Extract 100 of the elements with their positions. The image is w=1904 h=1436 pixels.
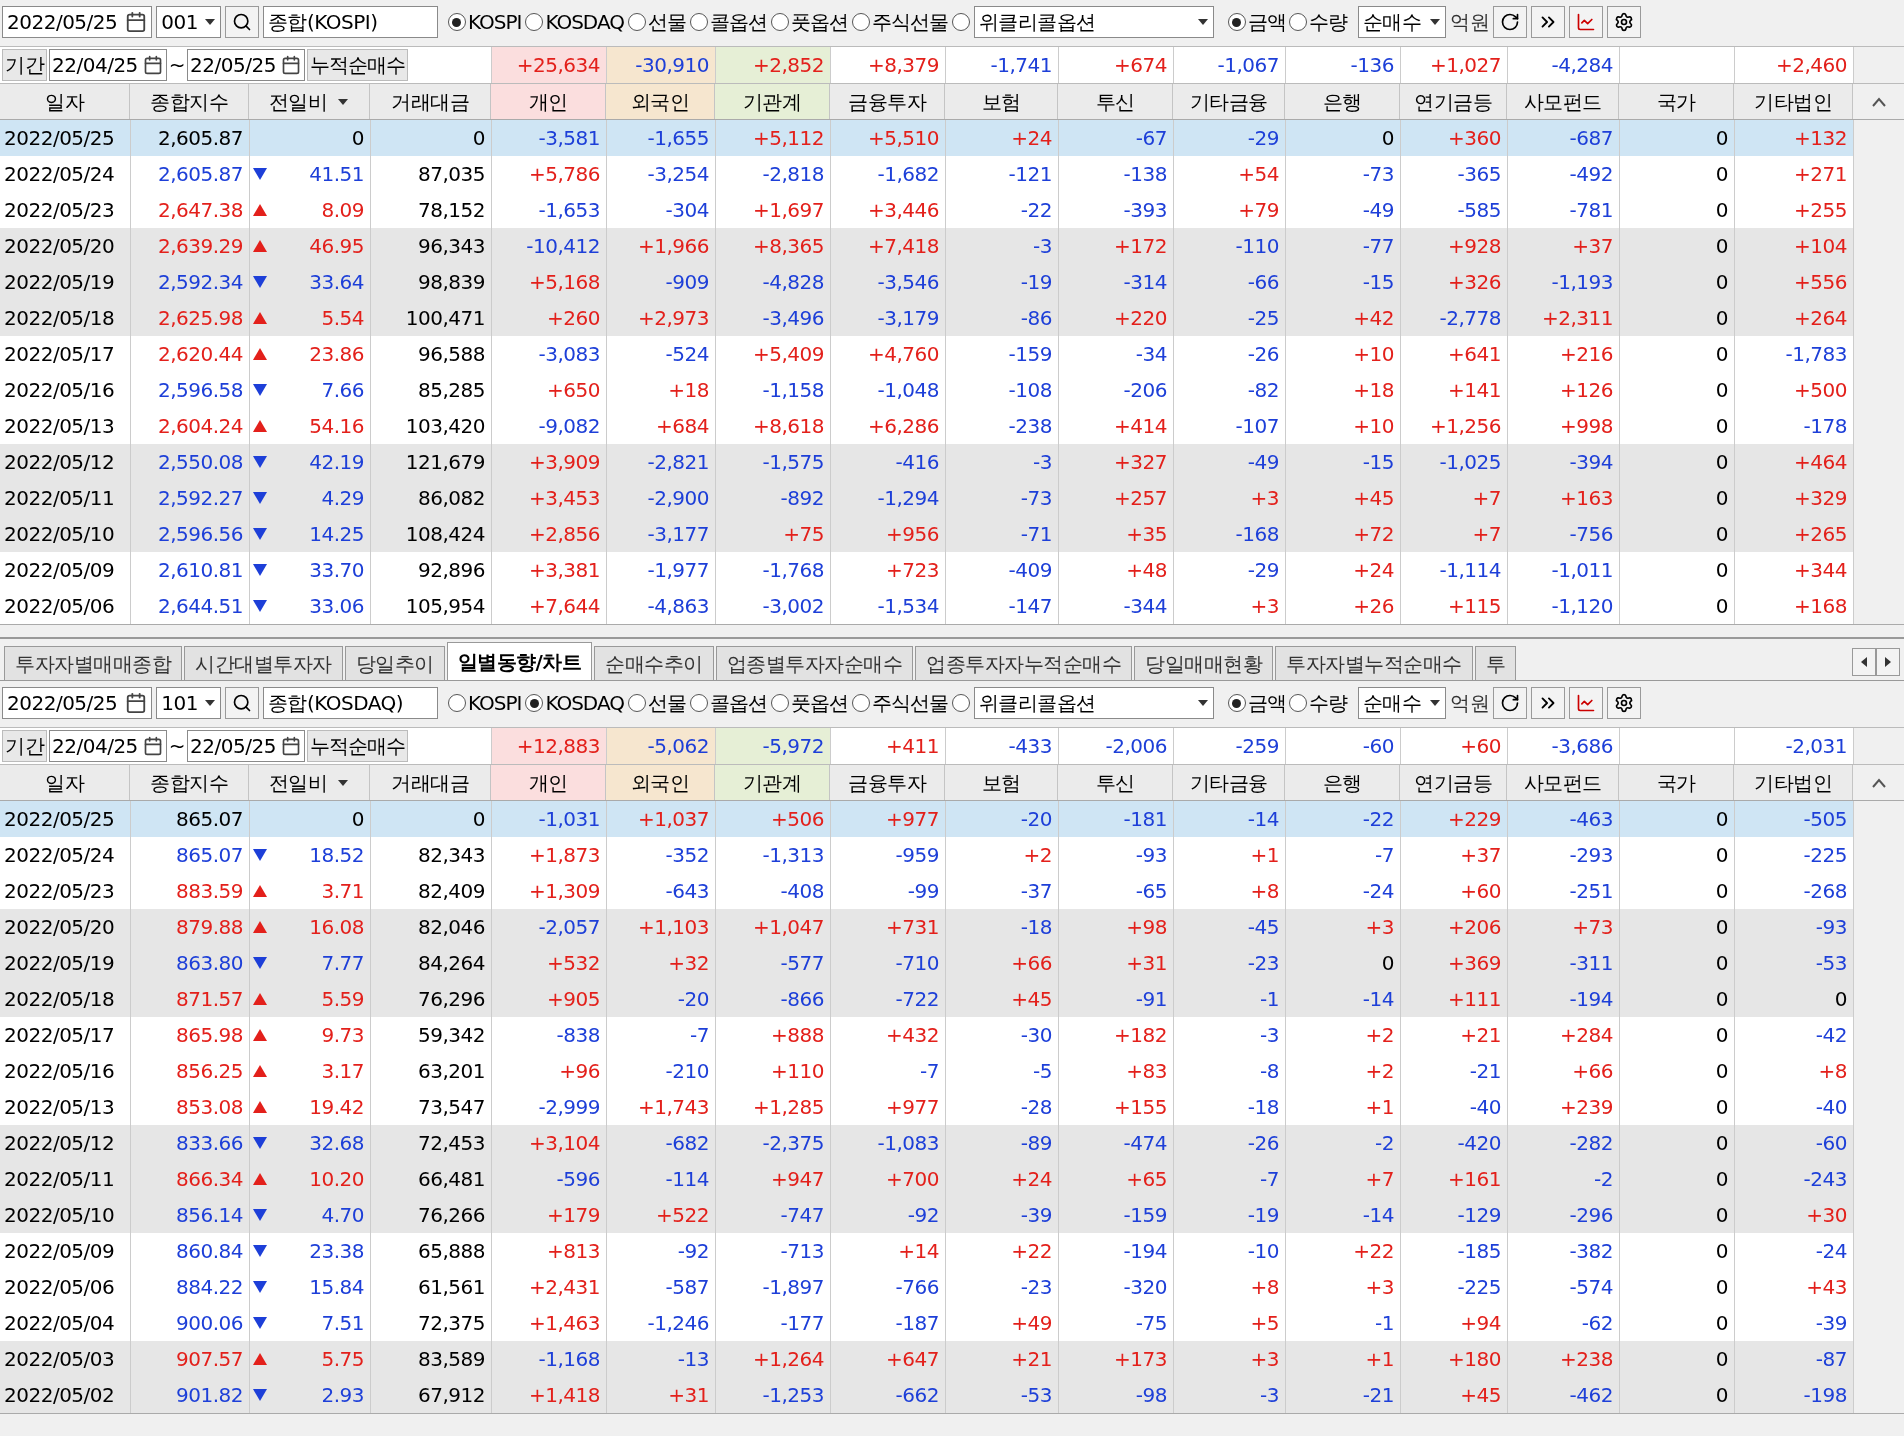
name-field[interactable]: 종합(KOSDAQ) [262,687,438,719]
scrollbar-up-button[interactable] [1853,84,1904,119]
table-row[interactable]: 2022/05/25 2,605.87 0 0 -3,581 -1,655 +5,112 +5,510 +24 -67 -29 0 +360 -687 0 +132 [0,120,1853,156]
table-row[interactable]: 2022/05/06 884.22 15.84 61,561 +2,431 -587 -1,897 -766 -23 -320 +8 +3 -225 -574 0 +43 [0,1269,1853,1305]
date-cell-text: 2022/05/16 [3,1058,116,1085]
settings-button[interactable] [1607,687,1642,719]
table-row[interactable]: 2022/05/13 2,604.24 54.16 103,420 -9,082 +684 +8,618 +6,286 -238 +414 -107 +10 +1,256 +998 0 -178 [0,408,1853,444]
tab[interactable]: 순매수추이 [594,646,714,680]
table-row[interactable]: 2022/05/11 866.34 10.20 66,481 -596 -114 +947 +700 +24 +65 -7 +7 +161 -2 0 -243 [0,1161,1853,1197]
summary-cell: -60 [1285,728,1400,764]
scrollbar-up-button[interactable] [1853,765,1904,800]
table-row[interactable]: 2022/05/17 865.98 9.73 59,342 -838 -7 +888 +432 -30 +182 -3 +2 +21 +284 0 -42 [0,1017,1853,1053]
table-row[interactable]: 2022/05/12 833.66 32.68 72,453 +3,104 -682 -2,375 -1,083 -89 -474 -26 -2 -420 -282 0 -60 [0,1125,1853,1161]
option-dropdown[interactable]: 위클리콜옵션 [974,6,1214,38]
chart-button[interactable] [1569,687,1604,719]
radio-button[interactable] [628,694,646,712]
code-dropdown[interactable]: 001 [156,6,221,38]
column-header: 외국인 [606,84,715,119]
table-row[interactable]: 2022/05/23 2,647.38 8.09 78,152 -1,653 -304 +1,697 +3,446 -22 -393 +79 -49 -585 -781 0 +255 [0,192,1853,228]
mode-dropdown[interactable]: 순매수 [1358,6,1447,38]
radio-button[interactable] [771,13,789,31]
tab[interactable]: 당일매매현황 [1134,646,1274,680]
radio-button[interactable] [690,13,708,31]
option-dropdown[interactable]: 위클리콜옵션 [974,687,1214,719]
refresh-button[interactable] [1493,687,1528,719]
radio-button[interactable] [1228,13,1246,31]
code-dropdown[interactable]: 101 [156,687,221,719]
settings-button[interactable] [1607,6,1642,38]
radio-button[interactable] [628,13,646,31]
table-row[interactable]: 2022/05/09 860.84 23.38 65,888 +813 -92 -713 +14 +22 -194 -10 +22 -185 -382 0 -24 [0,1233,1853,1269]
table-row[interactable]: 2022/05/20 2,639.29 46.95 96,343 -10,412 +1,966 +8,365 +7,418 -3 +172 -110 -77 +928 +37 0 +104 [0,228,1853,264]
radio-button[interactable] [447,13,466,31]
tab-scroll-left-button[interactable] [1852,648,1876,676]
radio-button[interactable] [952,13,970,31]
table-row[interactable]: 2022/05/03 907.57 5.75 83,589 -1,168 -13 +1,264 +647 +21 +173 +3 +1 +180 +238 0 -87 [0,1341,1853,1377]
table-row[interactable]: 2022/05/19 863.80 7.77 84,264 +532 +32 -577 -710 +66 +31 -23 0 +369 -311 0 -53 [0,945,1853,981]
radio-button[interactable] [852,13,870,31]
end-date-field[interactable]: 22/05/25 [187,730,305,762]
tab[interactable]: 업종별투자자순매수 [715,646,914,680]
date-field[interactable]: 2022/05/25 [2,687,153,719]
table-row[interactable]: 2022/05/23 883.59 3.71 82,409 +1,309 -643 -408 -99 -37 -65 +8 -24 +60 -251 0 -268 [0,873,1853,909]
tab[interactable]: 일별동향/차트 [446,642,593,680]
table-row[interactable]: 2022/05/13 853.08 19.42 73,547 -2,999 +1,743 +1,285 +977 -28 +155 -18 +1 -40 +239 0 -40 [0,1089,1853,1125]
radio-button[interactable] [771,694,789,712]
table-row[interactable]: 2022/05/19 2,592.34 33.64 98,839 +5,168 -909 -4,828 -3,546 -19 -314 -66 -15 +326 -1,193 0 +556 [0,264,1853,300]
table-row[interactable]: 2022/05/10 2,596.56 14.25 108,424 +2,856 -3,177 +75 +956 -71 +35 -168 +72 +7 -756 0 +265 [0,516,1853,552]
radio-button[interactable] [1289,694,1307,712]
table-row[interactable]: 2022/05/04 900.06 7.51 72,375 +1,463 -1,246 -177 -187 +49 -75 +5 -1 +94 -62 0 -39 [0,1305,1853,1341]
unit-label: 억원 [1450,9,1490,36]
summary-cell: +674 [1058,47,1173,83]
radio-button[interactable] [1289,13,1307,31]
table-row[interactable]: 2022/05/11 2,592.27 4.29 86,082 +3,453 -2,900 -892 -1,294 -73 +257 +3 +45 +7 +163 0 +329 [0,480,1853,516]
tab-scroll-right-button[interactable] [1876,648,1900,676]
tab[interactable]: 시간대별투자자 [184,646,343,680]
calendar-icon[interactable] [125,11,148,33]
table-row[interactable]: 2022/05/16 856.25 3.17 63,201 +96 -210 +110 -7 -5 +83 -8 +2 -21 +66 0 +8 [0,1053,1853,1089]
radio-button[interactable] [525,13,544,31]
table-row[interactable]: 2022/05/17 2,620.44 23.86 96,588 -3,083 -524 +5,409 +4,760 -159 -34 -26 +10 +641 +216 0 -1,783 [0,336,1853,372]
table-row[interactable]: 2022/05/06 2,644.51 33.06 105,954 +7,644 -4,863 -3,002 -1,534 -147 -344 +3 +26 +115 -1,120 0 +168 [0,588,1853,624]
radio-button[interactable] [1228,694,1246,712]
table-row[interactable]: 2022/05/16 2,596.58 7.66 85,285 +650 +18 -1,158 -1,048 -108 -206 -82 +18 +141 +126 0 +500 [0,372,1853,408]
chart-button[interactable] [1569,6,1604,38]
table-row[interactable]: 2022/05/02 901.82 2.93 67,912 +1,418 +31 -1,253 -662 -53 -98 -3 -21 +45 -462 0 -198 [0,1377,1853,1413]
calendar-icon[interactable] [125,692,148,714]
calendar-icon[interactable] [280,736,301,756]
search-button[interactable] [224,6,259,38]
calendar-icon[interactable] [142,55,163,75]
table-row[interactable]: 2022/05/18 2,625.98 5.54 100,471 +260 +2,973 -3,496 -3,179 -86 +220 -25 +42 -2,778 +2,311 0 +264 [0,300,1853,336]
table-row[interactable]: 2022/05/10 856.14 4.70 76,266 +179 +522 -747 -92 -39 -159 -19 -14 -129 -296 0 +30 [0,1197,1853,1233]
radio-button[interactable] [952,694,970,712]
search-button[interactable] [224,687,259,719]
table-row[interactable]: 2022/05/12 2,550.08 42.19 121,679 +3,909 -2,821 -1,575 -416 -3 +327 -49 -15 -1,025 -394 0 +464 [0,444,1853,480]
column-header: 은행 [1285,765,1400,800]
tab[interactable]: 투 [1474,646,1517,680]
calendar-icon[interactable] [280,55,301,75]
table-row[interactable]: 2022/05/24 865.07 18.52 82,343 +1,873 -352 -1,313 -959 +2 -93 +1 -7 +37 -293 0 -225 [0,837,1853,873]
table-row[interactable]: 2022/05/18 871.57 5.59 76,296 +905 -20 -866 -722 +45 -91 -1 -14 +111 -194 0 0 [0,981,1853,1017]
refresh-button[interactable] [1493,6,1528,38]
date-field[interactable]: 2022/05/25 [2,6,153,38]
mode-dropdown[interactable]: 순매수 [1358,687,1447,719]
value-cell: -1,120 [1507,588,1619,624]
radio-button[interactable] [447,694,466,712]
tab[interactable]: 당일추이 [344,646,445,680]
name-field[interactable]: 종합(KOSPI) [262,6,438,38]
table-row[interactable]: 2022/05/25 865.07 0 0 -1,031 +1,037 +506 +977 -20 -181 -14 -22 +229 -463 0 -505 [0,801,1853,837]
radio-button[interactable] [690,694,708,712]
tab[interactable]: 투자자별누적순매수 [1275,646,1473,680]
radio-button[interactable] [525,694,544,712]
expand-button[interactable] [1531,687,1566,719]
start-date-field[interactable]: 22/04/25 [49,730,167,762]
tab[interactable]: 업종투자자누적순매수 [915,646,1133,680]
tab[interactable]: 투자자별매매종합 [4,646,182,680]
table-row[interactable]: 2022/05/20 879.88 16.08 82,046 -2,057 +1,103 +1,047 +731 -18 +98 -45 +3 +206 +73 0 -93 [0,909,1853,945]
calendar-icon[interactable] [142,736,163,756]
table-row[interactable]: 2022/05/24 2,605.87 41.51 87,035 +5,786 -3,254 -2,818 -1,682 -121 -138 +54 -73 -365 -492 0 +271 [0,156,1853,192]
expand-button[interactable] [1531,6,1566,38]
radio-button[interactable] [852,694,870,712]
end-date-field[interactable]: 22/05/25 [187,49,305,81]
start-date-field[interactable]: 22/04/25 [49,49,167,81]
table-row[interactable]: 2022/05/09 2,610.81 33.70 92,896 +3,381 -1,977 -1,768 +723 -409 +48 -29 +24 -1,114 -1,011 0 +344 [0,552,1853,588]
